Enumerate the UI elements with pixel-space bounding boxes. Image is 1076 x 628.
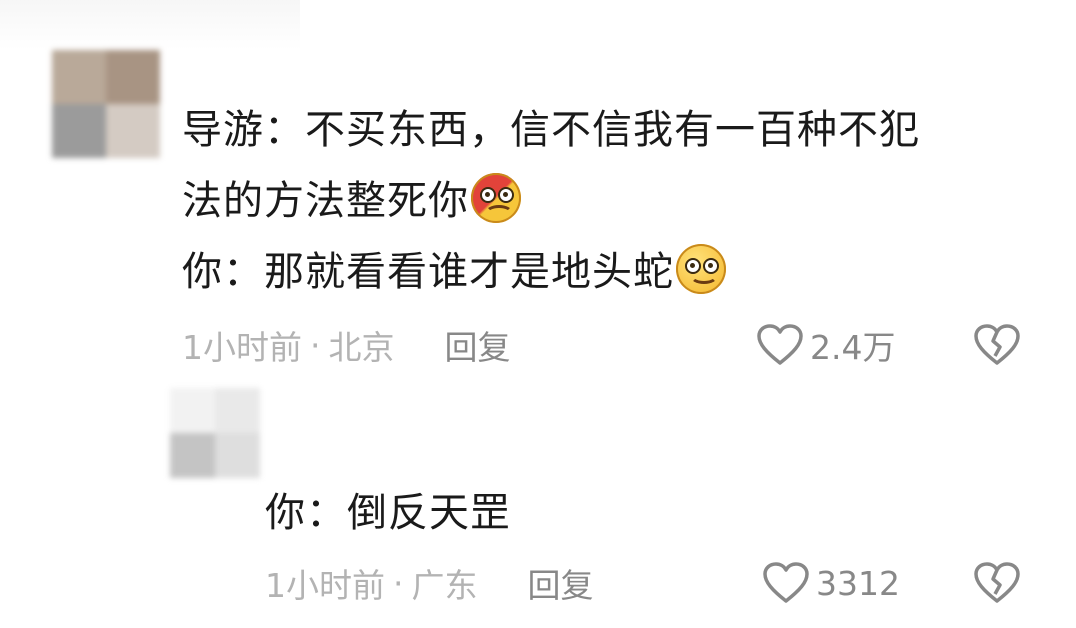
comment-location: 北京 (328, 328, 395, 367)
comment-line: 你：倒反天罡 (265, 490, 511, 536)
like-count: 2.4万 (810, 328, 896, 367)
comment-line: 你：那就看看谁才是地头蛇 (182, 237, 920, 308)
comment-time: 1小时前 (182, 328, 302, 367)
comment-location: 广东 (411, 566, 478, 605)
top-fade (0, 0, 300, 50)
angry-emoji-icon (471, 173, 521, 223)
comment-time: 1小时前 (265, 566, 385, 605)
comment-meta: 1小时前 · 北京 回复 (182, 320, 511, 370)
smile-emoji-icon (676, 244, 726, 294)
broken-heart-icon (974, 562, 1020, 603)
like-count: 3312 (816, 563, 900, 603)
broken-heart-icon (974, 324, 1020, 365)
reply-button[interactable]: 回复 (445, 321, 511, 369)
like-button[interactable]: 2.4万 (756, 320, 895, 370)
heart-icon (757, 324, 803, 365)
like-button[interactable]: 3312 (762, 558, 900, 608)
comment-meta: 1小时前 · 广东 回复 (265, 558, 594, 608)
reply-button[interactable]: 回复 (528, 559, 594, 607)
meta-separator: · (393, 563, 404, 603)
avatar[interactable] (170, 388, 260, 478)
dislike-button[interactable] (972, 558, 1022, 608)
meta-separator: · (310, 325, 321, 365)
dislike-button[interactable] (972, 320, 1022, 370)
avatar[interactable] (52, 50, 160, 158)
comment-line: 导游：不买东西，信不信我有一百种不犯 (182, 107, 920, 153)
comment-line: 法的方法整死你 (182, 166, 920, 237)
comment-text: 导游：不买东西，信不信我有一百种不犯 法的方法整死你 你：那就看看谁才是地头蛇 (182, 95, 920, 308)
heart-icon (763, 562, 809, 603)
comment-text: 你：倒反天罡 (265, 478, 511, 549)
